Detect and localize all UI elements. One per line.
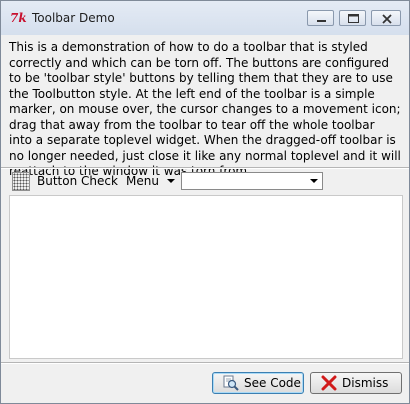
tk-app-icon: 7k bbox=[10, 11, 27, 25]
toolbar-button[interactable]: Button bbox=[37, 174, 77, 188]
dismiss-button[interactable]: Dismiss bbox=[310, 372, 402, 394]
close-icon bbox=[382, 14, 392, 24]
menu-dropdown-arrow-icon[interactable] bbox=[167, 179, 175, 183]
toolbar-demo-window: 7k Toolbar Demo This is a demonstration … bbox=[0, 0, 410, 404]
title-bar[interactable]: 7k Toolbar Demo bbox=[1, 1, 409, 35]
magnifier-icon bbox=[223, 375, 239, 391]
combobox-chevron-down-icon[interactable] bbox=[310, 179, 318, 183]
minimize-button[interactable] bbox=[307, 10, 334, 26]
separator bbox=[1, 362, 409, 364]
toolbar: Button Check Menu bbox=[1, 169, 409, 194]
description-text: This is a demonstration of how to do a t… bbox=[9, 40, 401, 178]
dismiss-label: Dismiss bbox=[342, 376, 389, 390]
see-code-button[interactable]: See Code bbox=[212, 372, 304, 394]
toolbar-check[interactable]: Check bbox=[81, 174, 118, 188]
red-x-icon bbox=[321, 375, 337, 391]
maximize-icon bbox=[348, 14, 359, 23]
see-code-label: See Code bbox=[244, 376, 301, 390]
tearoff-grip-handle[interactable] bbox=[12, 172, 30, 191]
minimize-icon bbox=[317, 20, 326, 22]
window-title: Toolbar Demo bbox=[32, 11, 115, 25]
toolbar-menu[interactable]: Menu bbox=[126, 174, 159, 188]
close-button[interactable] bbox=[371, 10, 401, 26]
maximize-button[interactable] bbox=[339, 10, 366, 26]
toolbar-combobox[interactable] bbox=[181, 172, 323, 190]
text-area[interactable] bbox=[9, 195, 403, 359]
